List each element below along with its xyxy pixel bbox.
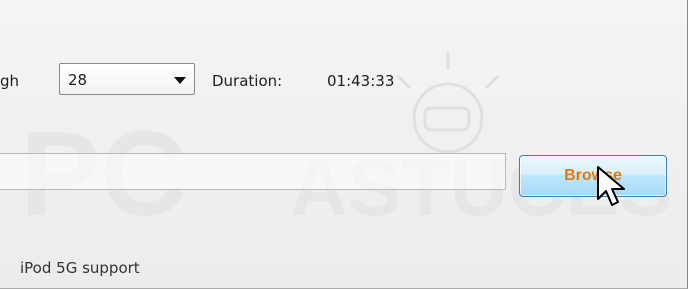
chevron-down-icon xyxy=(174,77,186,84)
browse-button[interactable]: Browse xyxy=(519,155,667,197)
quality-label: gh xyxy=(0,72,20,90)
status-text: iPod 5G support xyxy=(20,259,140,277)
duration-value: 01:43:33 xyxy=(327,72,395,90)
watermark-logo: PC ASTUCES xyxy=(20,52,672,241)
quality-combobox[interactable]: 28 xyxy=(59,63,195,95)
combobox-value: 28 xyxy=(68,71,88,89)
duration-label: Duration: xyxy=(212,72,283,90)
mouse-pointer-icon xyxy=(597,166,625,206)
dialog-panel: PC ASTUCES gh 28 Duration: 01:43:33 Brow… xyxy=(0,0,688,289)
file-path-input[interactable] xyxy=(0,153,506,190)
